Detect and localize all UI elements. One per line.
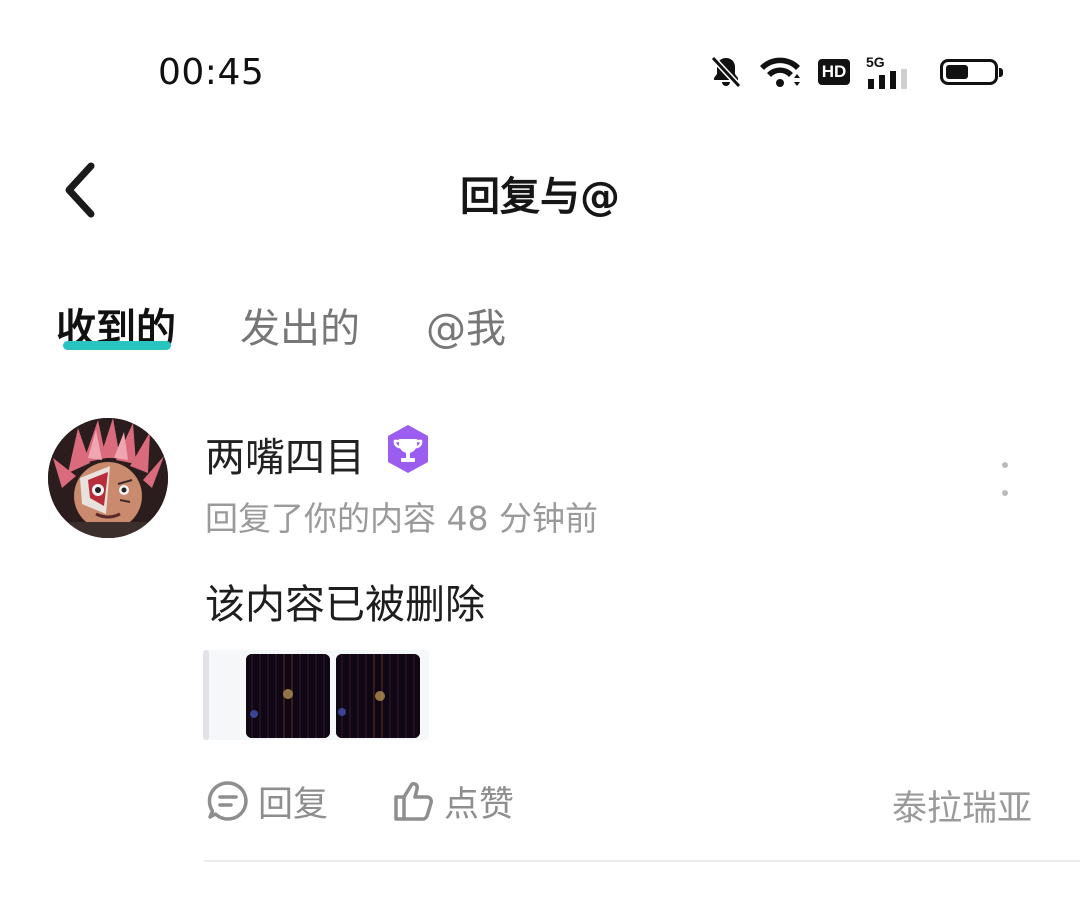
hd-badge: HD — [818, 59, 850, 85]
tab-mentions[interactable]: @我 — [426, 296, 506, 354]
avatar[interactable] — [48, 418, 168, 538]
status-icons: HD 5G — [708, 50, 1003, 94]
divider — [204, 860, 1080, 862]
more-options-button[interactable] — [990, 462, 1020, 496]
comment-meta: 回复了你的内容 48 分钟前 — [205, 499, 598, 538]
wifi-icon — [760, 57, 800, 87]
tab-active-indicator — [63, 341, 171, 350]
topic-tag[interactable]: 泰拉瑞亚 — [892, 780, 1032, 831]
more-dot-icon — [1002, 490, 1008, 496]
more-dot-icon — [1002, 462, 1008, 468]
comment-username[interactable]: 两嘴四目 — [205, 425, 365, 483]
thumbs-up-icon — [394, 782, 433, 821]
battery-icon — [940, 59, 1003, 85]
like-label: 点赞 — [444, 784, 515, 825]
like-button[interactable]: 点赞 — [392, 778, 515, 825]
page-title: 回复与@ — [460, 174, 620, 220]
reply-button[interactable]: 回复 — [206, 778, 329, 825]
status-time: 00:45 — [158, 52, 265, 93]
comment-bubble-icon — [207, 781, 248, 821]
trophy-badge-icon — [388, 425, 428, 473]
cellular-signal-icon: 5G — [866, 55, 912, 89]
thumbnail-image[interactable] — [336, 654, 420, 738]
mute-bell-icon — [710, 55, 742, 89]
reply-label: 回复 — [258, 784, 329, 825]
comment-content: 该内容已被删除 — [205, 582, 485, 628]
quote-bar — [203, 650, 209, 740]
network-type-label: 5G — [866, 54, 885, 70]
thumbnail-image[interactable] — [246, 654, 330, 738]
tab-sent[interactable]: 发出的 — [240, 296, 360, 354]
